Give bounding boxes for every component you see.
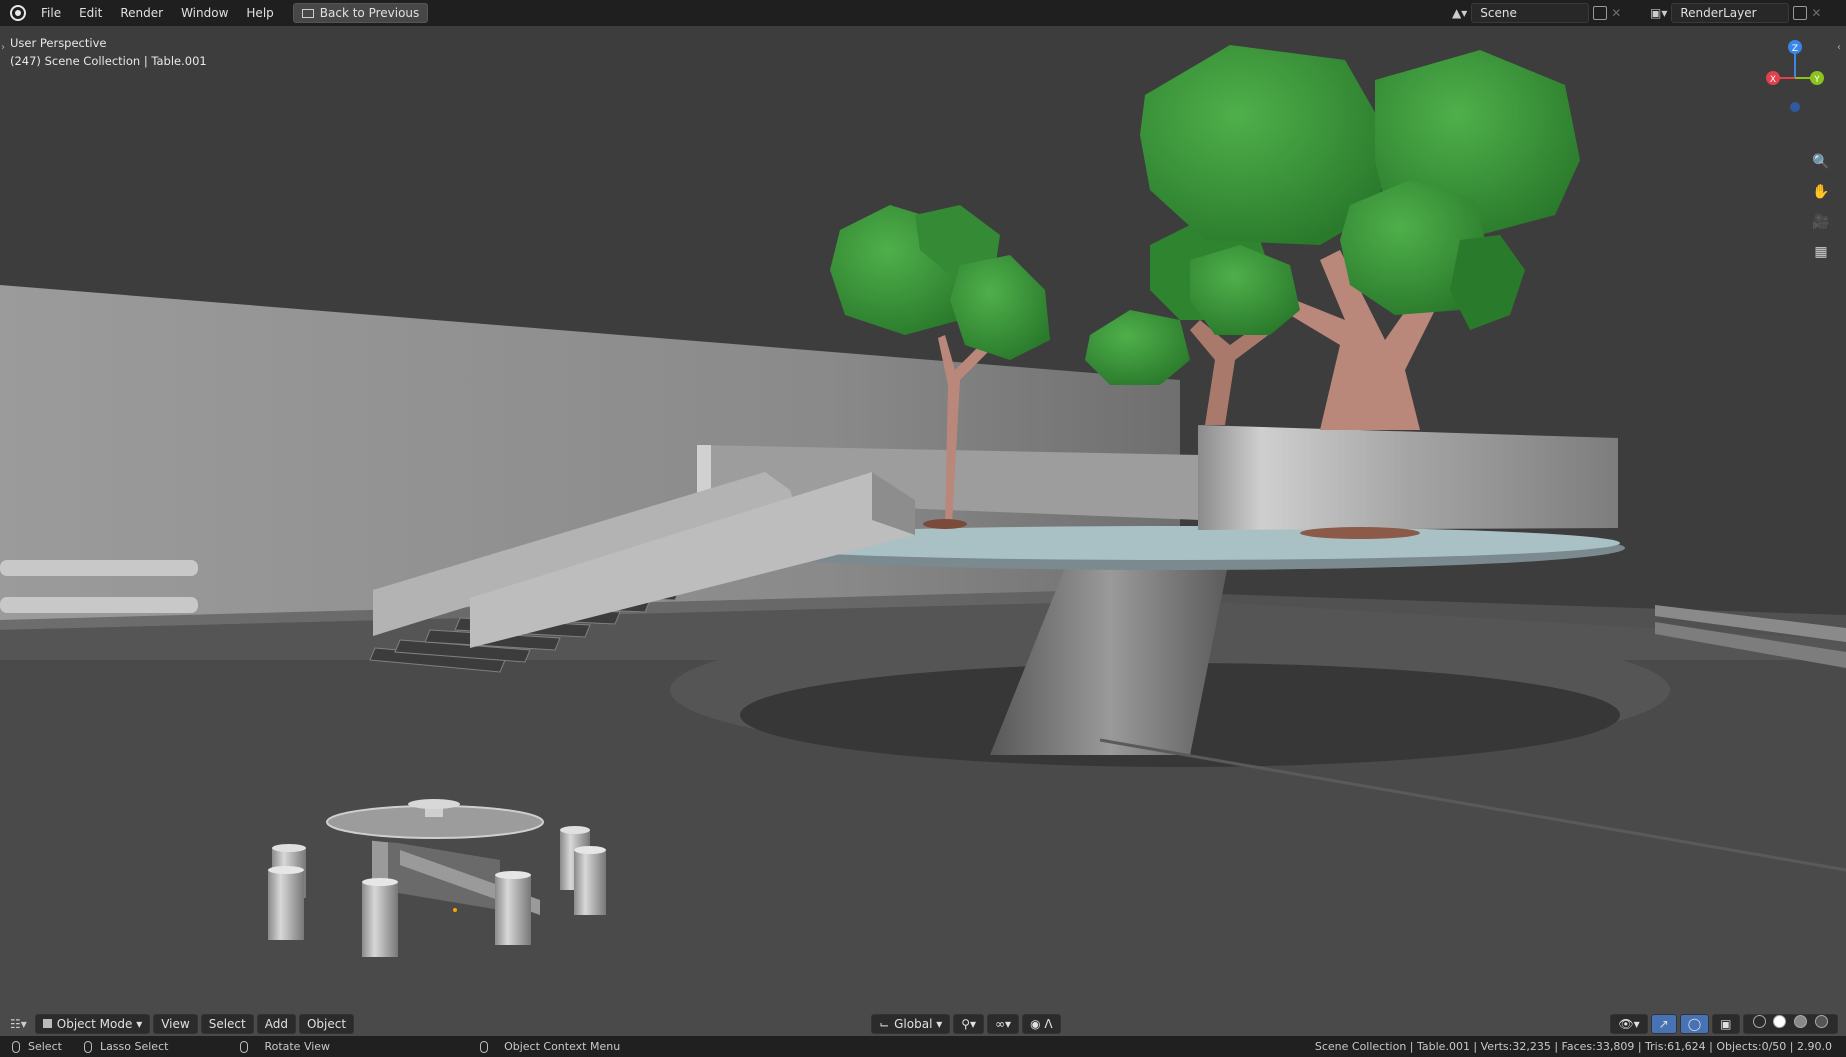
pivot-point-icon[interactable]: ⚲▾: [953, 1014, 985, 1034]
new-scene-icon[interactable]: [1593, 6, 1608, 20]
menu-object[interactable]: Object: [298, 1014, 355, 1034]
proportional-edit-icon[interactable]: ◉ Λ: [1022, 1014, 1061, 1034]
orientation-axes-icon: ⌙: [879, 1017, 890, 1031]
view-layer-selector: ▣▾ RenderLayer ✕: [1650, 3, 1821, 23]
status-lasso-select: Lasso Select: [99, 1040, 169, 1053]
planter-box: [1198, 425, 1618, 530]
material-shading-icon[interactable]: [1794, 1015, 1808, 1028]
viewport-header: ☷▾ Object Mode ▾ View Select Add Object …: [0, 1012, 1846, 1036]
scene-render: [0, 45, 1846, 1036]
visibility-icon[interactable]: 👁▾: [1610, 1014, 1648, 1034]
right-mouse-icon: [480, 1040, 489, 1053]
toolbar-toggle-icon[interactable]: ›: [1, 42, 5, 53]
menu-view[interactable]: View: [153, 1014, 198, 1034]
camera-view-icon[interactable]: 🎥: [1810, 211, 1832, 233]
object-mode-icon: [42, 1019, 52, 1028]
menu-add[interactable]: Add: [256, 1014, 296, 1034]
perspective-label: User Perspective: [10, 36, 107, 50]
left-drag-mouse-icon: [83, 1040, 92, 1053]
perspective-grid-icon[interactable]: ▦: [1810, 241, 1832, 263]
back-to-previous-button[interactable]: Back to Previous: [292, 3, 429, 23]
3d-viewport[interactable]: › ‹ Z Y X 🔍 ✋ 🎥 ▦: [0, 26, 1846, 1036]
snap-icon[interactable]: ∞▾: [987, 1014, 1020, 1034]
status-select: Select: [28, 1040, 62, 1053]
left-railing-lower: [0, 597, 198, 613]
status-rotate-view: Rotate View: [264, 1040, 331, 1053]
view-layer-name-field[interactable]: RenderLayer: [1671, 3, 1790, 23]
viewport-navigation: 🔍 ✋ 🎥 ▦: [1810, 151, 1832, 263]
editor-type-icon[interactable]: ☷▾: [10, 1017, 27, 1031]
sidebar-toggle-icon[interactable]: ‹: [1837, 42, 1841, 53]
middle-mouse-icon: [240, 1040, 249, 1053]
object-mode-dropdown[interactable]: Object Mode ▾: [34, 1014, 151, 1034]
active-collection-label: (247) Scene Collection | Table.001: [10, 54, 207, 68]
delete-scene-icon[interactable]: ✕: [1611, 6, 1621, 20]
menu-select[interactable]: Select: [200, 1014, 254, 1034]
svg-text:Z: Z: [1792, 44, 1798, 54]
gizmo-neg-z-icon[interactable]: [1790, 102, 1800, 112]
viewport-info: User Perspective (247) Scene Collection …: [10, 34, 207, 70]
menu-edit[interactable]: Edit: [70, 6, 111, 20]
new-view-layer-icon[interactable]: [1793, 6, 1808, 20]
screen-icon: [301, 8, 314, 18]
left-railing-upper: [0, 560, 198, 576]
scene-statistics: Scene Collection | Table.001 | Verts:32,…: [1314, 1040, 1832, 1053]
blender-logo-icon[interactable]: [10, 5, 26, 21]
scene-selector: ▲▾ Scene ✕: [1452, 3, 1621, 23]
xray-toggle-icon[interactable]: ▣: [1712, 1014, 1740, 1034]
wireframe-shading-icon[interactable]: [1752, 1015, 1766, 1028]
gizmo-toggle-icon[interactable]: ↗: [1650, 1014, 1677, 1034]
delete-view-layer-icon[interactable]: ✕: [1811, 6, 1821, 20]
solid-shading-icon[interactable]: [1773, 1015, 1787, 1028]
zoom-icon[interactable]: 🔍: [1810, 151, 1832, 173]
pan-hand-icon[interactable]: ✋: [1810, 181, 1832, 203]
scene-name-field[interactable]: Scene: [1471, 3, 1590, 23]
svg-text:Y: Y: [1813, 75, 1820, 85]
view-layer-icon[interactable]: ▣▾: [1650, 6, 1667, 20]
menu-file[interactable]: File: [32, 6, 70, 20]
scene-icon[interactable]: ▲▾: [1452, 6, 1467, 20]
menu-render[interactable]: Render: [111, 6, 172, 20]
status-context-menu: Object Context Menu: [504, 1040, 621, 1053]
transform-orientation-dropdown[interactable]: ⌙ Global ▾: [871, 1014, 951, 1034]
left-mouse-icon: [12, 1040, 20, 1053]
svg-text:X: X: [1770, 75, 1776, 85]
status-bar: Select Lasso Select Rotate View Object C…: [0, 1036, 1846, 1057]
back-to-previous-label: Back to Previous: [319, 6, 420, 20]
rendered-shading-icon[interactable]: [1815, 1015, 1828, 1028]
big-tree: [1085, 45, 1580, 430]
navigation-gizmo[interactable]: Z Y X: [1760, 34, 1830, 124]
menu-window[interactable]: Window: [172, 6, 237, 20]
menu-help[interactable]: Help: [237, 6, 282, 20]
overlay-toggle-icon[interactable]: ◯: [1679, 1014, 1710, 1034]
shading-modes: [1742, 1014, 1838, 1034]
